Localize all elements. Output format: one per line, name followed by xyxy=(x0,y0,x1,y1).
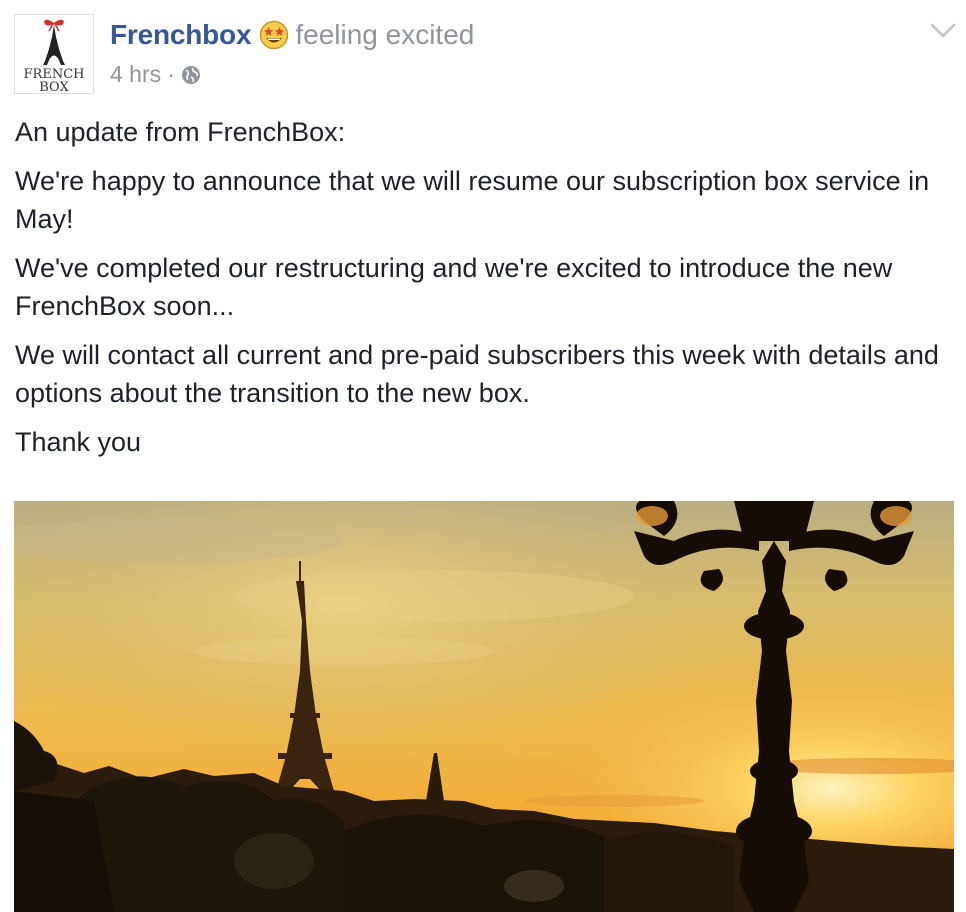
post-paragraph: We're happy to announce that we will res… xyxy=(15,166,930,234)
frenchbox-logo: FRENCH BOX xyxy=(15,15,93,93)
post-paragraph: Thank you xyxy=(15,427,142,457)
star-struck-emoji-icon xyxy=(259,20,289,50)
post-photo[interactable] xyxy=(14,501,954,912)
eiffel-sunset-image xyxy=(14,501,954,912)
facebook-post: FRENCH BOX Frenchbox feeling excited 4 h… xyxy=(0,0,966,912)
post-paragraph: We will contact all current and pre-paid… xyxy=(15,340,939,408)
post-header: Frenchbox feeling excited xyxy=(110,15,474,55)
feeling-status: feeling excited xyxy=(295,19,475,50)
globe-icon[interactable] xyxy=(181,64,201,84)
author-link[interactable]: Frenchbox xyxy=(110,19,252,51)
post-paragraph: We've completed our restructuring and we… xyxy=(15,253,893,321)
post-options-chevron-icon[interactable] xyxy=(928,20,958,42)
meta-separator: · xyxy=(167,60,175,87)
timestamp-link[interactable]: 4 hrs xyxy=(110,61,161,88)
logo-line2: BOX xyxy=(39,80,69,93)
post-meta: 4 hrs · xyxy=(110,58,201,90)
post-paragraph: An update from FrenchBox: xyxy=(15,117,346,147)
post-body: An update from FrenchBox: We're happy to… xyxy=(15,113,951,472)
page-avatar[interactable]: FRENCH BOX xyxy=(14,14,94,94)
